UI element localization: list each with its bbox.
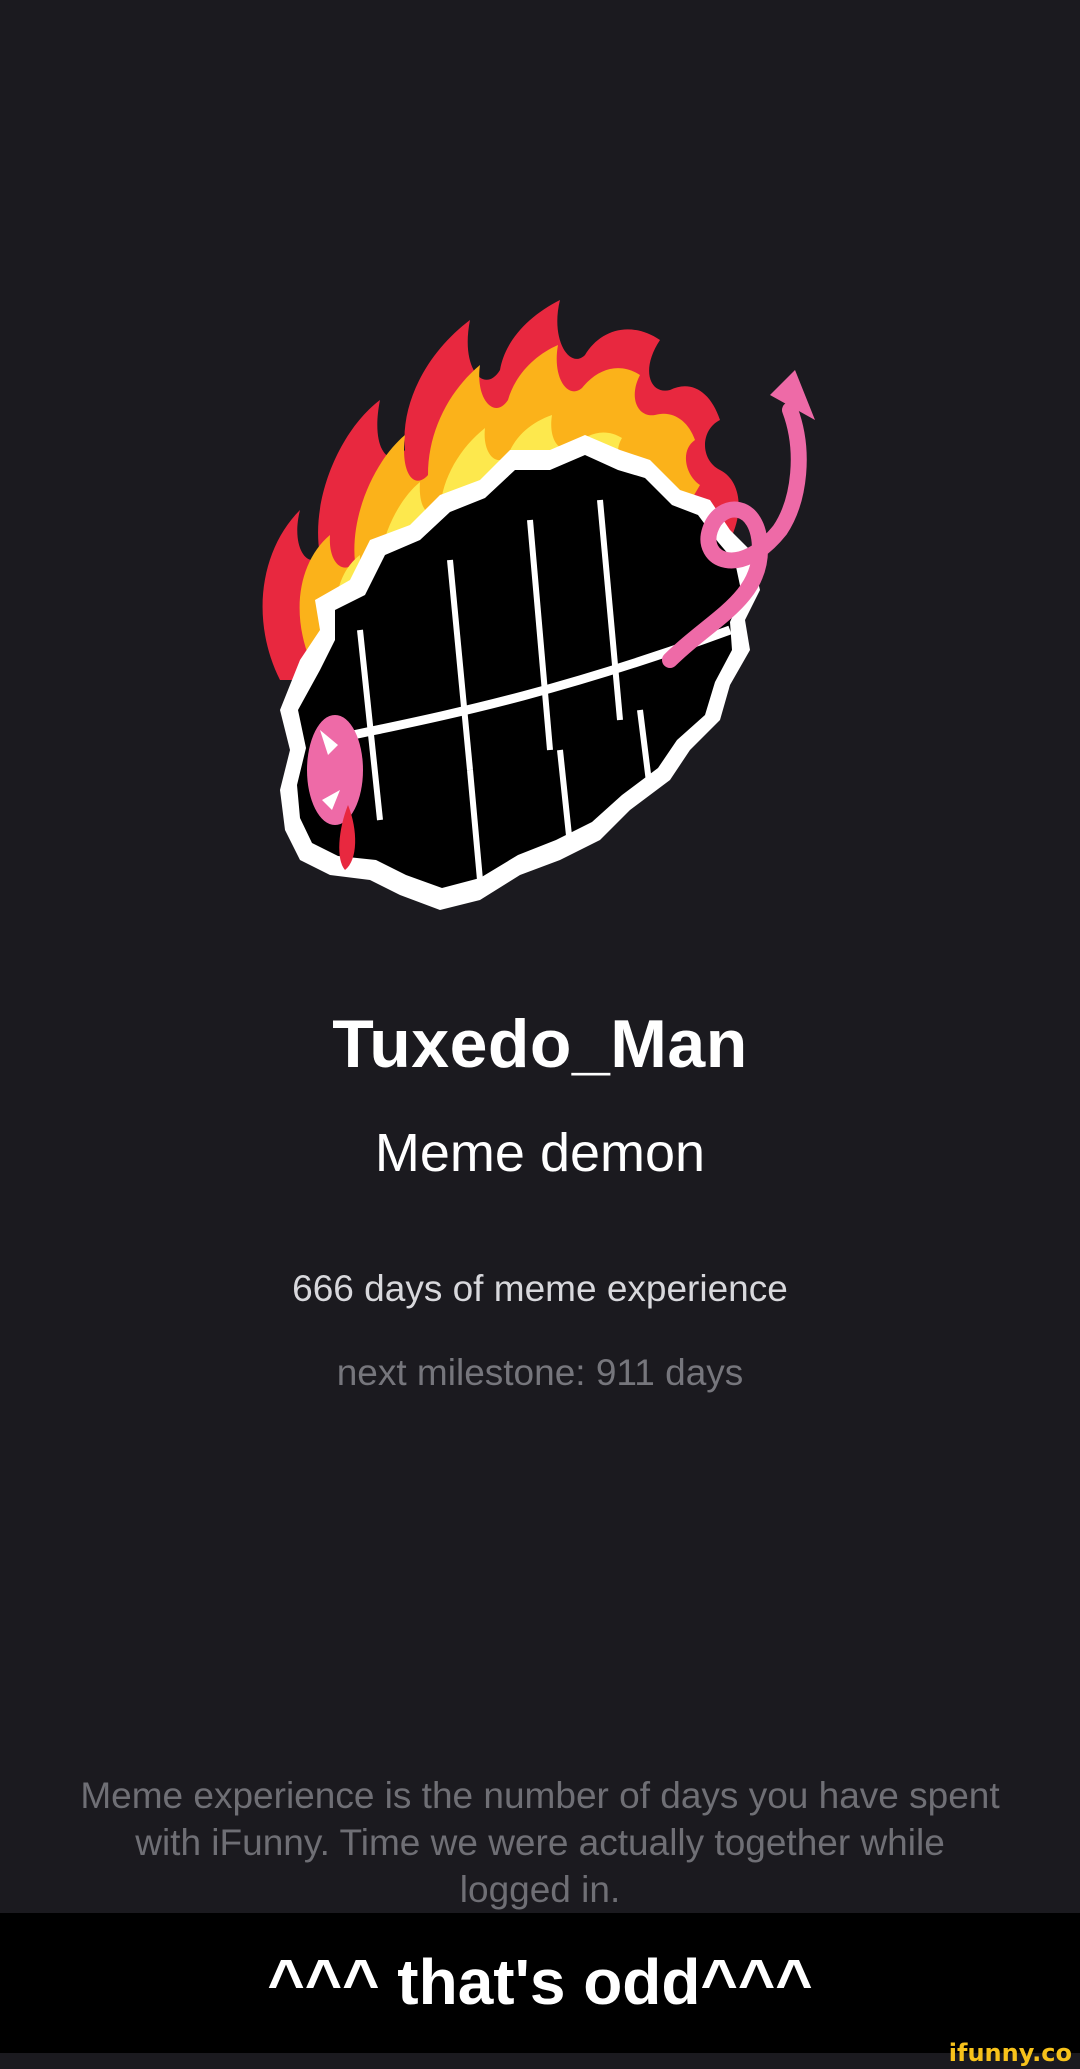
meme-caption: ^^^ that's odd^^^ xyxy=(267,1946,813,2018)
rank-title: Meme demon xyxy=(374,1123,706,1183)
experience-days: 666 days of meme experience xyxy=(292,1268,788,1309)
milestone-screen: Tuxedo_Man Meme demon 666 days of meme e… xyxy=(0,0,1080,2069)
next-milestone: next milestone: 911 days xyxy=(336,1352,744,1393)
ifunny-watermark-logo: ifunny.co xyxy=(948,2039,1072,2067)
username: Tuxedo_Man xyxy=(332,1006,748,1082)
experience-explanation: Meme experience is the number of days yo… xyxy=(80,1775,1000,1910)
meme-demon-badge-icon xyxy=(240,300,840,940)
